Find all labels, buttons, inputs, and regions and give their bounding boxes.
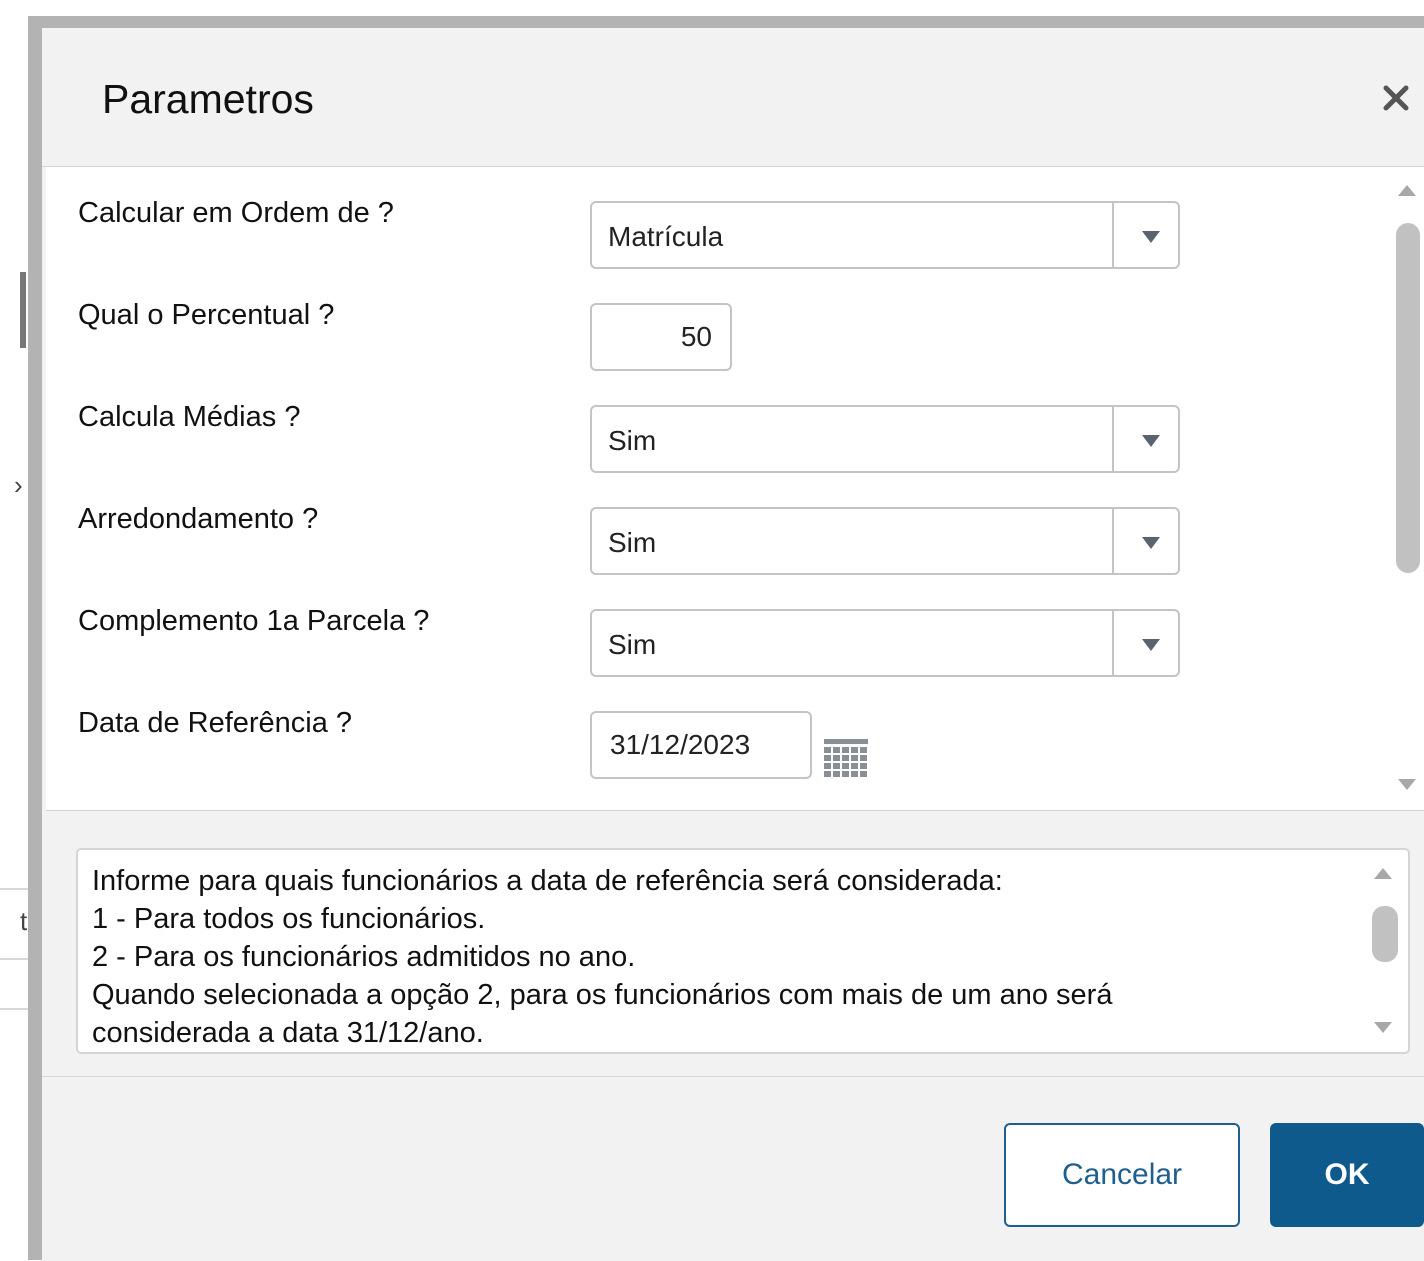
background-divider [0,1008,28,1010]
data-referencia-input[interactable] [590,711,812,779]
select-divider [1112,509,1114,573]
dialog-header: Parametros [42,28,1424,167]
order-select-value: Matrícula [608,221,724,252]
field-label-data-referencia: Data de Referência ? [78,707,353,739]
chevron-down-icon[interactable] [1142,435,1160,447]
help-text-box[interactable]: Informe para quais funcionários a data d… [76,848,1410,1054]
chevron-down-icon[interactable] [1142,231,1160,243]
form-scrollbar[interactable] [1390,167,1424,810]
scroll-up-icon[interactable] [1374,868,1392,879]
field-label-order: Calcular em Ordem de ? [78,197,394,229]
arredondamento-select-value: Sim [608,527,657,558]
scroll-thumb[interactable] [1372,906,1398,962]
dialog-footer: Cancelar OK [42,1076,1424,1261]
help-text: Informe para quais funcionários a data d… [92,862,1362,1052]
field-label-complemento: Complemento 1a Parcela ? [78,605,430,637]
chevron-down-icon[interactable] [1142,639,1160,651]
field-label-medias: Calcula Médias ? [78,401,301,433]
calendar-icon[interactable] [824,739,868,779]
cancel-button[interactable]: Cancelar [1004,1123,1240,1227]
field-label-percentual: Qual o Percentual ? [78,299,335,331]
select-divider [1112,407,1114,471]
background-bar [20,272,26,348]
help-scrollbar[interactable] [1366,850,1402,1052]
close-icon[interactable] [1376,78,1416,118]
scroll-down-icon[interactable] [1398,779,1416,790]
select-divider [1112,203,1114,267]
select-divider [1112,611,1114,675]
parameters-form: Calcular em Ordem de ? Matrícula Qual o … [46,167,1424,811]
percentual-input[interactable] [590,303,732,371]
help-line: considerada a data 31/12/ano. [92,1017,484,1049]
dialog-title: Parametros [102,76,314,122]
field-label-arredondamento: Arredondamento ? [78,503,319,535]
chevron-down-icon[interactable] [1142,537,1160,549]
background-divider [0,888,28,890]
arredondamento-select[interactable]: Sim [590,507,1180,575]
help-line: Quando selecionada a opção 2, para os fu… [92,979,1113,1011]
order-select[interactable]: Matrícula [590,201,1180,269]
medias-select-value: Sim [608,425,657,456]
background-text-fragment: › [14,470,23,500]
scroll-down-icon[interactable] [1374,1022,1392,1033]
complemento-select[interactable]: Sim [590,609,1180,677]
scroll-up-icon[interactable] [1398,185,1416,196]
medias-select[interactable]: Sim [590,405,1180,473]
help-line: 2 - Para os funcionários admitidos no an… [92,941,636,973]
background-divider [0,958,28,960]
background-text-fragment: t [20,906,28,936]
ok-button[interactable]: OK [1270,1123,1424,1227]
complemento-select-value: Sim [608,629,657,660]
help-line: Informe para quais funcionários a data d… [92,865,1003,897]
scroll-thumb[interactable] [1396,223,1420,573]
help-line: 1 - Para todos os funcionários. [92,903,486,935]
parameters-dialog: Parametros Calcular em Ordem de ? Matríc… [28,16,1424,1261]
